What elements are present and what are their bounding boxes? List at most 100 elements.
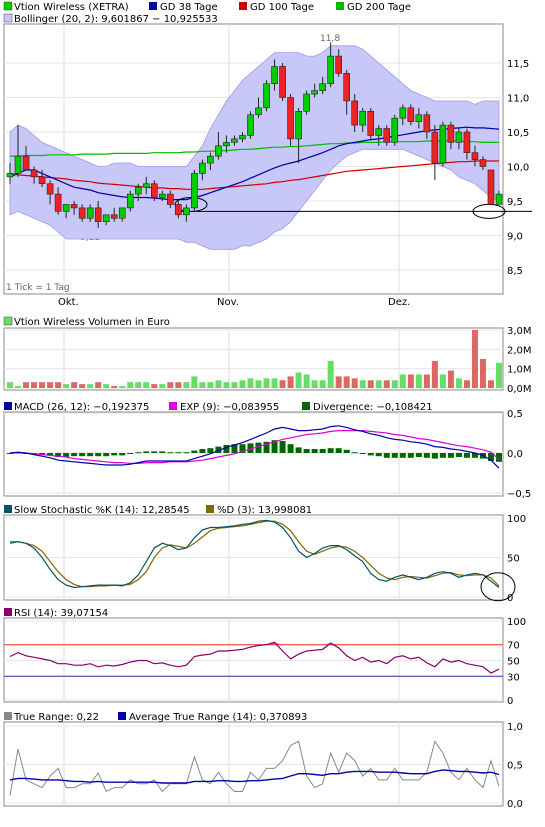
- candle-body: [22, 155, 30, 171]
- legend-stoch-d-label: %D (3): 13,998081: [217, 505, 312, 516]
- volume-bar: [191, 376, 198, 388]
- legend-gd38: GD 38 Tage: [160, 2, 218, 13]
- stoch-y-tick: 100: [507, 514, 526, 525]
- legend-volume-label: Vtion Wireless Volumen in Euro: [14, 317, 170, 328]
- volume-bar: [47, 382, 54, 388]
- volume-bar: [223, 382, 230, 388]
- divergence-bar: [207, 448, 214, 453]
- volume-bar: [31, 382, 38, 388]
- volume-bar: [87, 384, 94, 388]
- volume-bar: [479, 359, 486, 388]
- stock-chart: Vtion Wireless (XETRA) GD 38 Tage GD 100…: [0, 0, 545, 827]
- volume-y-tick: 3,0M: [507, 326, 532, 337]
- candle-body: [335, 55, 342, 74]
- divergence-bar: [311, 449, 318, 453]
- volume-bar: [151, 384, 158, 388]
- candle-body: [54, 193, 62, 212]
- candle-body: [463, 131, 471, 154]
- legend-exp-label: EXP (9): −0,083955: [180, 402, 279, 413]
- macd-y-tick: −0,5: [507, 489, 531, 500]
- legend-swatch-volume: [3, 316, 13, 326]
- candle-body: [391, 117, 399, 143]
- volume-bar: [111, 386, 118, 388]
- volume-bar: [95, 382, 102, 388]
- volume-bar: [239, 380, 246, 388]
- candle-body: [471, 152, 479, 160]
- divergence-bar: [463, 453, 470, 458]
- stoch-y-tick: 50: [507, 554, 520, 565]
- rsi-y-tick: 0: [507, 696, 513, 707]
- tr-y-tick: 0,5: [507, 761, 523, 772]
- volume-bar: [327, 360, 334, 388]
- price-y-tick: 8,5: [507, 266, 523, 277]
- candle-body: [399, 107, 407, 119]
- legend-main: Vtion Wireless (XETRA) GD 38 Tage GD 100…: [3, 1, 411, 25]
- divergence-bar: [399, 453, 406, 458]
- divergence-bar: [159, 451, 166, 453]
- price-y-tick: 10,5: [507, 128, 529, 139]
- price-y-tick: 11,0: [507, 94, 529, 105]
- volume-y-tick: 0,0M: [507, 384, 532, 395]
- candle-body: [159, 193, 166, 198]
- volume-bar: [287, 376, 294, 388]
- divergence-bar: [303, 449, 310, 453]
- candle-body: [487, 169, 495, 205]
- legend-swatch-macd: [4, 402, 12, 410]
- rsi-y-tick: 100: [507, 617, 526, 628]
- volume-bar: [143, 382, 150, 388]
- legend-stoch: Slow Stochastic %K (14): 12,28545 %D (3)…: [4, 505, 312, 516]
- x-label-okt: Okt.: [58, 297, 79, 308]
- volume-bar: [359, 380, 366, 388]
- divergence-bar: [199, 449, 206, 453]
- candle-body: [183, 207, 190, 216]
- candle-body: [359, 111, 367, 126]
- tr-y-tick: 0,0: [507, 799, 523, 810]
- volume-bar: [399, 374, 406, 388]
- price-y-tick: 11,5: [507, 59, 529, 70]
- legend-swatch-exp: [169, 402, 177, 410]
- candle-body: [375, 128, 383, 136]
- divergence-bar: [71, 453, 78, 457]
- legend-tr: True Range: 0,22 Average True Range (14)…: [4, 712, 307, 723]
- divergence-bar: [391, 453, 398, 458]
- candle-body: [14, 155, 22, 174]
- volume-bar: [447, 370, 454, 388]
- volume-y-tick: 1,0M: [507, 365, 532, 376]
- divergence-bar: [327, 448, 334, 453]
- legend-swatch-gd38: [149, 2, 157, 10]
- candle-body: [239, 135, 246, 140]
- candle-body: [46, 183, 54, 195]
- candle-body: [78, 207, 86, 219]
- volume-bar: [431, 360, 438, 388]
- tick-note: 1 Tick = 1 Tag: [6, 283, 70, 293]
- candle-body: [343, 73, 350, 102]
- chart-svg: Vtion Wireless (XETRA) GD 38 Tage GD 100…: [3, 1, 532, 810]
- candle-body: [86, 207, 94, 219]
- volume-bar: [15, 386, 22, 388]
- legend-atr-label: Average True Range (14): 0,370893: [129, 712, 307, 723]
- divergence-bar: [407, 453, 414, 458]
- price-y-tick: 9,0: [507, 232, 523, 243]
- volume-bar: [127, 382, 134, 388]
- candle-body: [327, 55, 334, 84]
- x-label-dez: Dez.: [388, 297, 410, 308]
- divergence-bar: [135, 452, 142, 454]
- legend-gd200: GD 200 Tage: [347, 2, 411, 13]
- candle-body: [142, 183, 150, 188]
- volume-bar: [199, 382, 206, 388]
- volume-bar: [231, 382, 238, 388]
- candle-body: [255, 107, 262, 116]
- volume-bar: [367, 380, 374, 388]
- divergence-bar: [103, 453, 110, 457]
- volume-bar: [63, 384, 70, 388]
- volume-bar: [407, 374, 414, 388]
- volume-bar: [119, 386, 126, 388]
- volume-bar: [487, 380, 494, 388]
- legend-swatch-rsi: [4, 608, 12, 616]
- volume-bar: [183, 382, 190, 388]
- volume-bar: [215, 380, 222, 388]
- candle-body: [102, 214, 110, 223]
- divergence-bar: [191, 450, 198, 453]
- legend-divergence-label: Divergence: −0,108421: [313, 402, 433, 413]
- divergence-bar: [111, 453, 118, 456]
